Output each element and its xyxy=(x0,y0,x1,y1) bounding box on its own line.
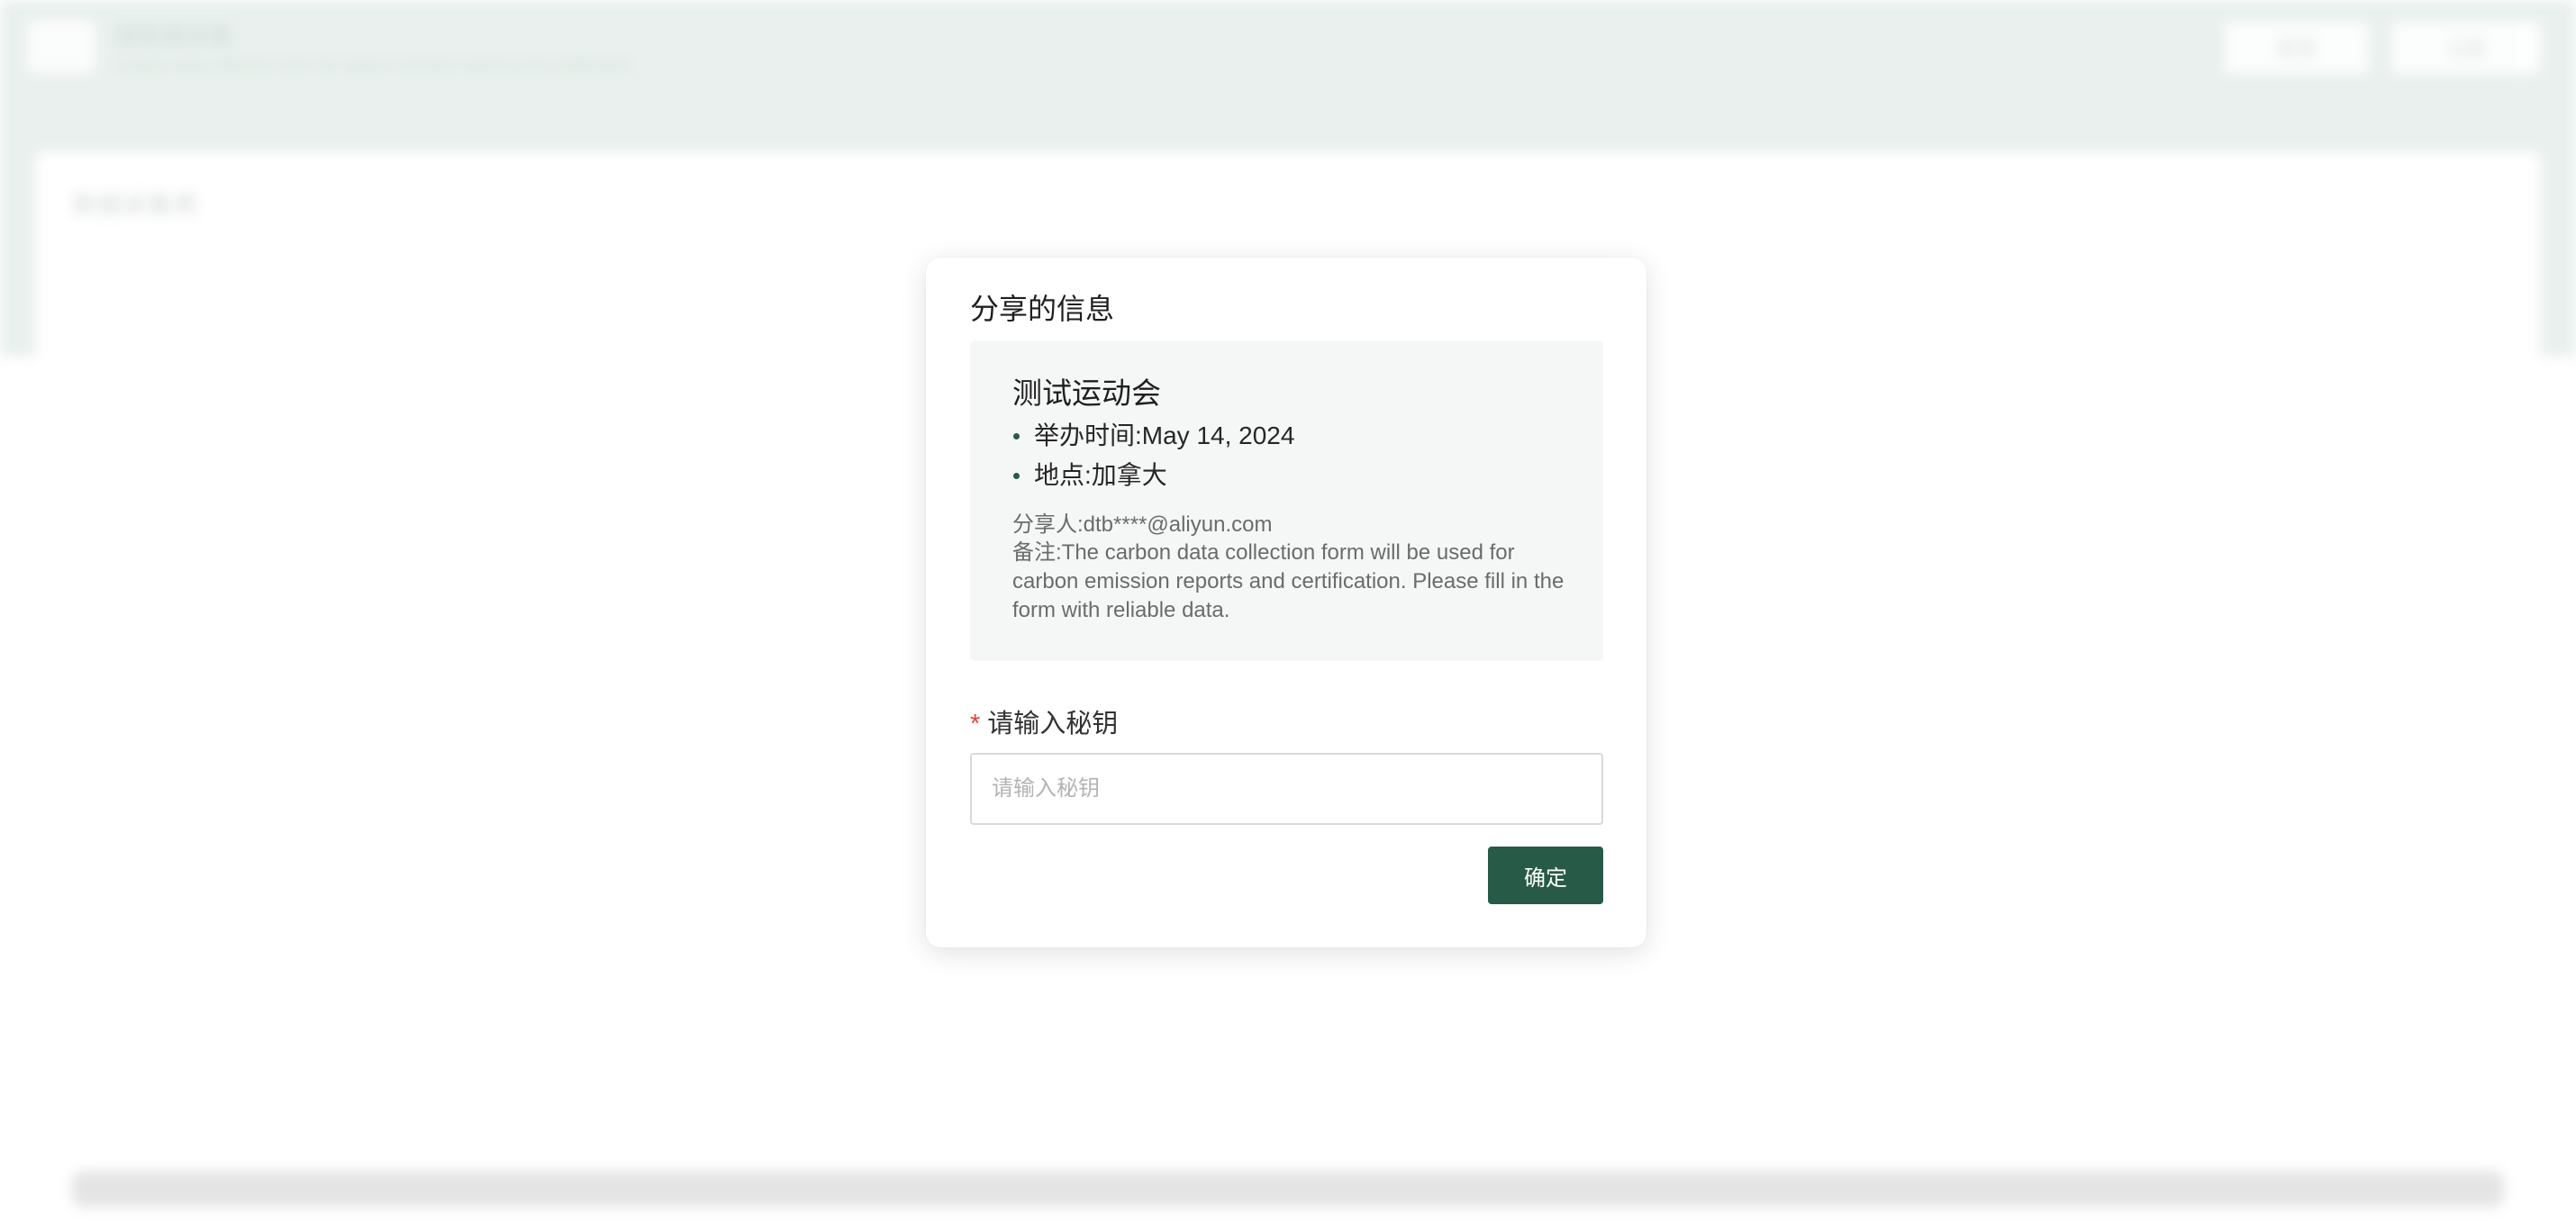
event-time-text: 举办时间:May 14, 2024 xyxy=(1034,421,1295,449)
secret-key-input[interactable] xyxy=(970,753,1603,825)
sharer-text: 分享人:dtb****@aliyun.com xyxy=(1012,512,1273,537)
app-logo xyxy=(27,20,95,74)
app-subtitle: Carbon data collection form for carbon e… xyxy=(115,56,633,74)
event-details-list: 举办时间:May 14, 2024 地点:加拿大 xyxy=(1012,416,1294,495)
event-name: 测试运动会 xyxy=(1012,376,1161,410)
header-button-register: 注册 xyxy=(2392,22,2540,74)
secret-key-label-text: 请输入秘钥 xyxy=(987,710,1119,738)
background-footer-shadow xyxy=(72,1171,2504,1207)
shared-info-box: 测试运动会 举办时间:May 14, 2024 地点:加拿大 分享人:dtb**… xyxy=(970,340,1603,661)
bullet-icon xyxy=(1013,433,1020,439)
background-card-title: 数据采集表 xyxy=(72,191,199,219)
bullet-icon xyxy=(1013,473,1020,479)
secret-key-label: * 请输入秘钥 xyxy=(970,702,1118,740)
event-detail-location: 地点:加拿大 xyxy=(1012,456,1294,495)
event-detail-time: 举办时间:May 14, 2024 xyxy=(1012,416,1294,456)
remark-text: 备注:The carbon data collection form will … xyxy=(1012,540,1565,622)
confirm-button[interactable]: 确定 xyxy=(1488,847,1603,904)
share-info-dialog: 分享的信息 测试运动会 举办时间:May 14, 2024 地点:加拿大 分享人… xyxy=(926,258,1646,947)
dialog-title: 分享的信息 xyxy=(970,293,1115,325)
required-mark: * xyxy=(970,710,981,738)
app-title: 碳数据采集 xyxy=(115,23,233,50)
event-location-text: 地点:加拿大 xyxy=(1034,461,1167,489)
header-button-login: 登录 xyxy=(2225,22,2369,74)
